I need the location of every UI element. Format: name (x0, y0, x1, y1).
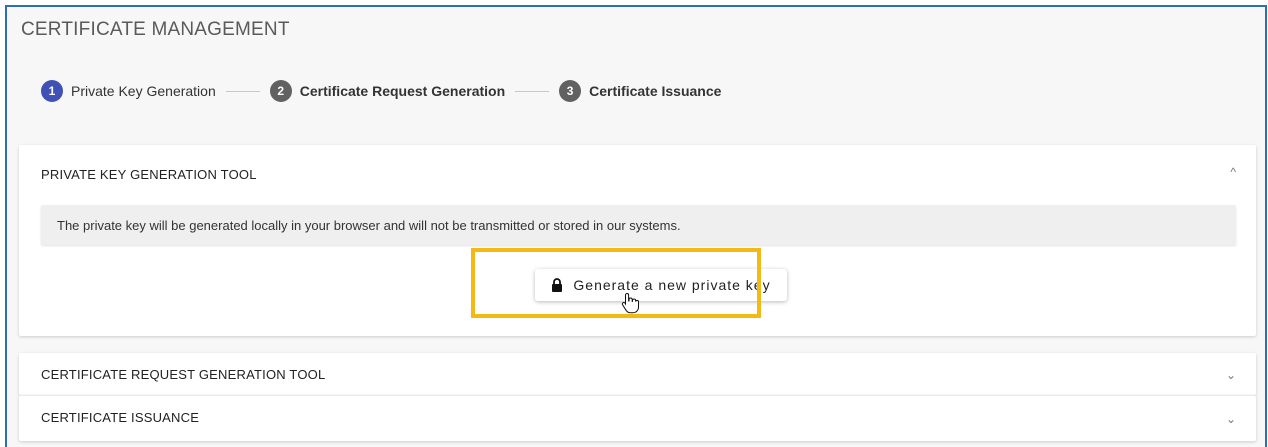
step-number-badge: 1 (41, 80, 63, 102)
step-label: Certificate Issuance (589, 83, 722, 99)
stepper: 1 Private Key Generation 2 Certificate R… (41, 80, 721, 102)
chevron-down-icon[interactable]: ⌄ (1226, 368, 1236, 382)
step-label: Certificate Request Generation (299, 83, 506, 99)
page-title: CERTIFICATE MANAGEMENT (21, 19, 290, 40)
certificate-request-generation-panel: CERTIFICATE REQUEST GENERATION TOOL ⌄ (19, 353, 1256, 395)
step-number-badge: 3 (559, 80, 582, 102)
step-label: Private Key Generation (71, 83, 216, 99)
step-certificate-issuance[interactable]: 3 Certificate Issuance (559, 80, 721, 102)
private-key-panel-header[interactable]: PRIVATE KEY GENERATION TOOL (41, 153, 257, 195)
step-connector (515, 90, 550, 92)
private-key-info-message: The private key will be generated locall… (41, 205, 1236, 245)
chevron-up-icon[interactable]: ^ (1230, 165, 1236, 179)
step-certificate-request[interactable]: 2 Certificate Request Generation (269, 80, 506, 102)
generate-private-key-button[interactable]: Generate a new private key (535, 269, 787, 301)
lock-icon (551, 278, 563, 292)
private-key-generation-panel: PRIVATE KEY GENERATION TOOL ^ The privat… (19, 145, 1256, 336)
step-number-badge: 2 (269, 80, 292, 102)
info-message-text: The private key will be generated locall… (57, 217, 681, 233)
generate-button-label: Generate a new private key (573, 277, 771, 293)
certificate-issuance-panel-header[interactable]: CERTIFICATE ISSUANCE (41, 396, 199, 438)
certificate-management-frame: CERTIFICATE MANAGEMENT 1 Private Key Gen… (5, 5, 1267, 447)
hand-pointer-icon (621, 292, 639, 319)
certificate-issuance-panel: CERTIFICATE ISSUANCE ⌄ (19, 395, 1256, 441)
step-connector (225, 90, 260, 92)
chevron-down-icon[interactable]: ⌄ (1226, 412, 1236, 426)
certificate-request-panel-header[interactable]: CERTIFICATE REQUEST GENERATION TOOL (41, 353, 325, 395)
step-private-key[interactable]: 1 Private Key Generation (41, 80, 216, 102)
